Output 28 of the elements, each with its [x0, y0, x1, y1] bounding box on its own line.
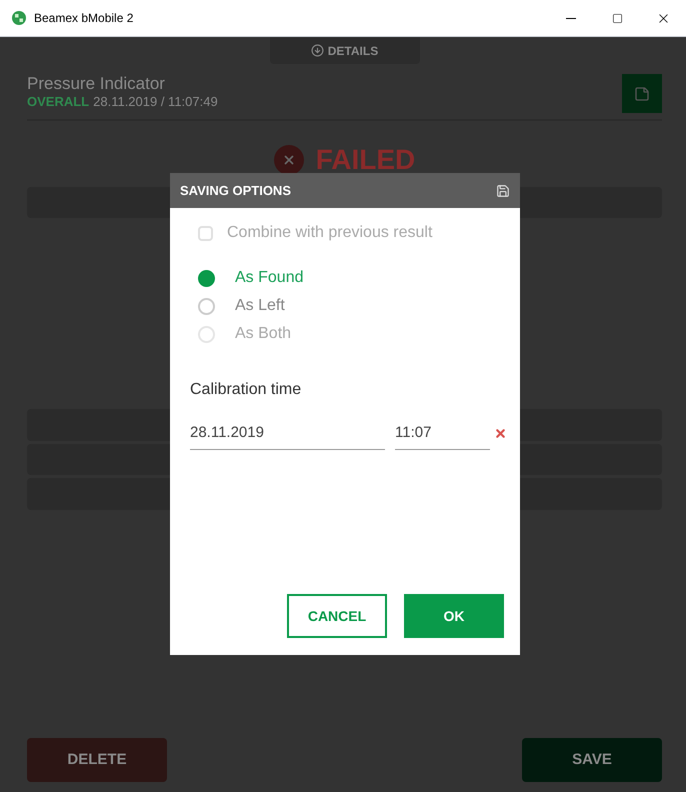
note-icon: [634, 86, 650, 102]
clear-button[interactable]: [494, 427, 507, 440]
radio-option[interactable]: As Found: [198, 267, 304, 289]
timestamp: 28.11.2019 / 11:07:49: [93, 94, 218, 110]
clear-icon: [494, 427, 507, 440]
app-logo-icon: [12, 11, 26, 25]
maximize-icon: [612, 12, 622, 24]
overall-label: OVERALL: [27, 94, 90, 110]
dialog-title: SAVING OPTIONS: [180, 182, 291, 200]
cancel-button[interactable]: CANCEL: [287, 594, 387, 638]
time-field[interactable]: 11:07: [395, 422, 490, 450]
checkbox-label: Combine with previous result: [227, 223, 432, 243]
result-status: FAILED: [316, 143, 416, 177]
radio-option[interactable]: As Left: [198, 295, 285, 317]
radio-button: [198, 298, 215, 314]
save-button[interactable]: SAVE: [522, 738, 662, 782]
calibration-time-label: Calibration time: [190, 380, 302, 400]
download-icon: [310, 44, 324, 57]
notes-button[interactable]: [622, 74, 662, 113]
radio-button: [198, 270, 215, 286]
save-icon: [496, 184, 510, 198]
instrument-title: Pressure Indicator: [27, 74, 166, 94]
radio-button: [198, 326, 215, 342]
ok-button[interactable]: OK: [404, 594, 504, 638]
delete-button[interactable]: DELETE: [27, 738, 167, 782]
details-tab[interactable]: DETAILS: [270, 37, 420, 64]
window-title: Beamex bMobile 2: [34, 10, 134, 27]
date-field[interactable]: 28.11.2019: [190, 422, 385, 450]
